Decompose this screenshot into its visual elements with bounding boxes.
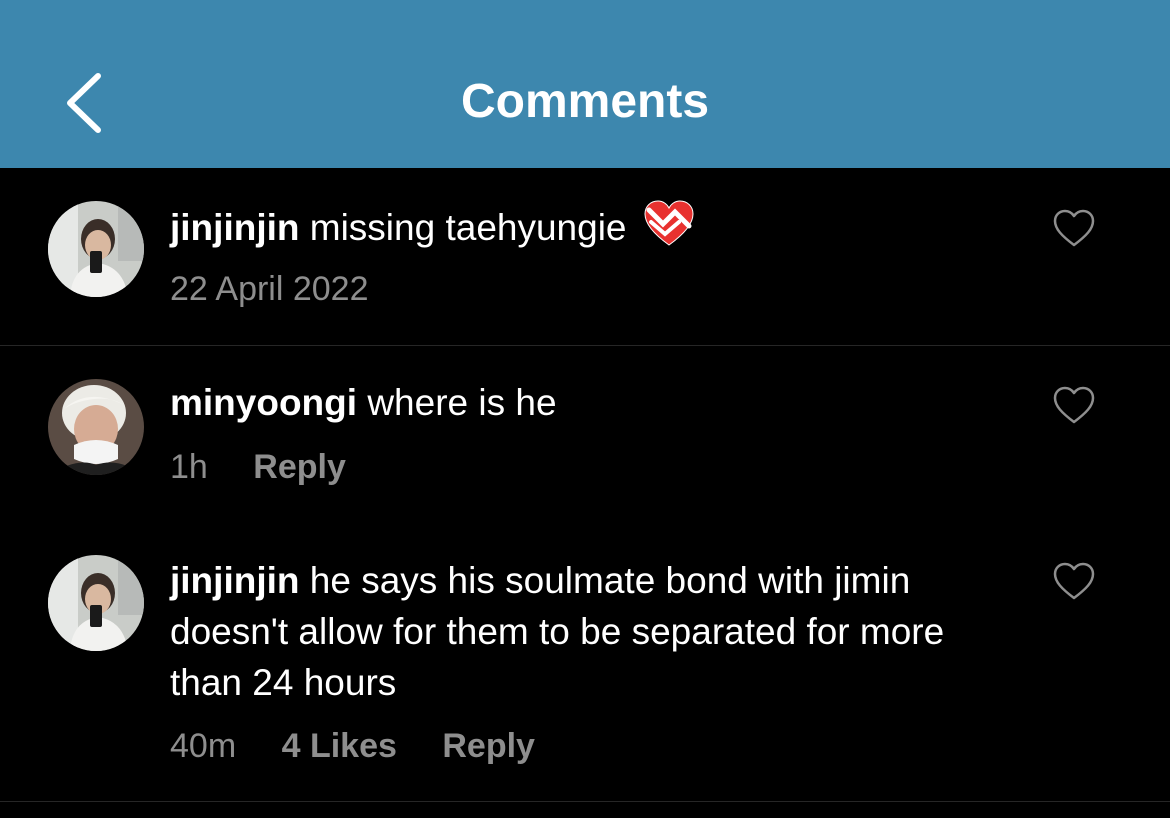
like-button[interactable] bbox=[1052, 385, 1096, 425]
heart-outline-icon bbox=[1053, 562, 1095, 600]
comment-meta: 40m 4 Likes Reply bbox=[170, 725, 571, 767]
mending-heart-emoji bbox=[643, 200, 695, 261]
reply-button[interactable]: Reply bbox=[442, 727, 535, 765]
divider bbox=[0, 801, 1170, 802]
comment-timestamp: 1h bbox=[170, 448, 208, 486]
reply-button[interactable]: Reply bbox=[253, 448, 346, 486]
avatar[interactable] bbox=[48, 379, 144, 475]
avatar-image bbox=[48, 201, 144, 297]
comment-username[interactable]: jinjinjin bbox=[170, 207, 299, 248]
comment-timestamp: 40m bbox=[170, 727, 237, 765]
comment-text: jinjinjin he says his soulmate bond with… bbox=[170, 555, 970, 708]
heart-outline-icon bbox=[1053, 386, 1095, 424]
comment-text: minyoongi where is he bbox=[170, 377, 950, 428]
like-button[interactable] bbox=[1052, 561, 1096, 601]
page-title: Comments bbox=[460, 75, 710, 128]
avatar[interactable] bbox=[48, 201, 144, 297]
comment-username[interactable]: minyoongi bbox=[170, 382, 357, 423]
header-bar: Comments bbox=[0, 0, 1170, 168]
comment-body: where is he bbox=[367, 382, 557, 423]
comment-body: missing taehyungie bbox=[309, 207, 627, 248]
heart-outline-icon bbox=[1053, 209, 1095, 247]
avatar-image bbox=[48, 379, 144, 475]
comment-timestamp: 22 April 2022 bbox=[170, 270, 369, 308]
avatar[interactable] bbox=[48, 555, 144, 651]
like-button[interactable] bbox=[1052, 208, 1096, 248]
comment-username[interactable]: jinjinjin bbox=[170, 560, 299, 601]
likes-count[interactable]: 4 Likes bbox=[282, 727, 397, 765]
comment-text: jinjinjin missing taehyungie bbox=[170, 200, 950, 261]
divider bbox=[0, 345, 1170, 346]
comment-meta: 1h Reply bbox=[170, 446, 382, 488]
avatar-image bbox=[48, 555, 144, 651]
comment-meta: 22 April 2022 bbox=[170, 268, 405, 310]
